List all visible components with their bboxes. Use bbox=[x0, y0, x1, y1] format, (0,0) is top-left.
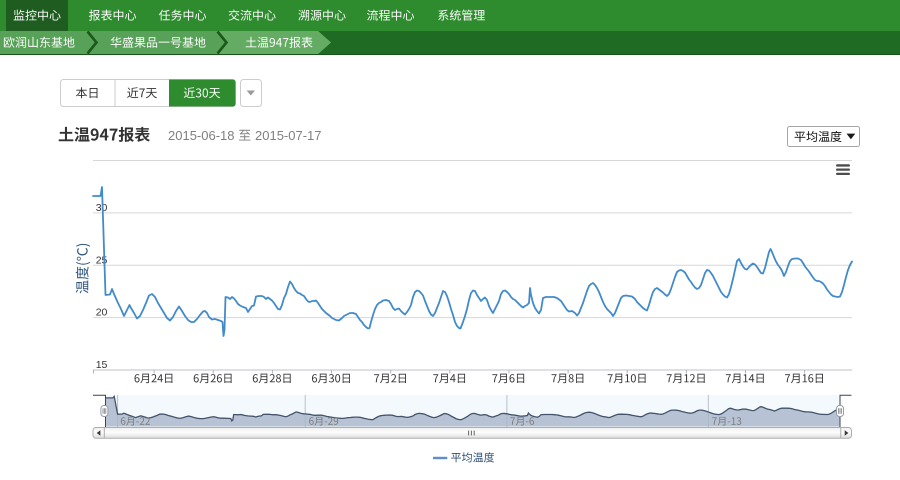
svg-text:30: 30 bbox=[96, 202, 108, 214]
svg-text:25: 25 bbox=[96, 254, 108, 266]
svg-text:2015-07-17: 2015-07-17 bbox=[255, 128, 322, 143]
svg-text:15: 15 bbox=[96, 359, 108, 371]
svg-text:2015-06-18: 2015-06-18 bbox=[168, 128, 235, 143]
svg-text:20: 20 bbox=[96, 307, 108, 319]
